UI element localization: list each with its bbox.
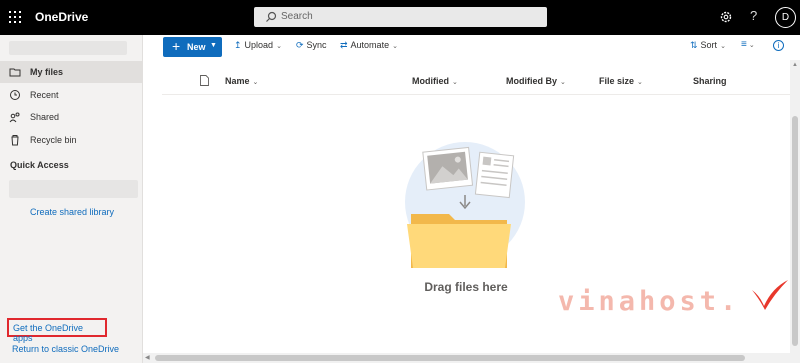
scroll-left-icon[interactable]: ◀ — [145, 354, 150, 361]
nav-item-recent[interactable]: Recent — [0, 84, 143, 106]
search-placeholder: Search — [281, 11, 313, 22]
search-icon — [266, 11, 277, 22]
scrollbar-thumb[interactable] — [155, 355, 745, 361]
column-header-label: Name — [225, 76, 250, 86]
sync-button[interactable]: ⟳ Sync — [296, 40, 327, 51]
chevron-down-icon: ⌄ — [637, 79, 643, 86]
automate-label: Automate — [350, 40, 390, 50]
automate-icon: ⇄ — [340, 40, 348, 50]
clock-icon — [10, 90, 20, 100]
chevron-down-icon: ⌄ — [748, 42, 755, 49]
scroll-up-icon[interactable]: ▲ — [792, 62, 798, 68]
empty-folder-illustration — [405, 142, 525, 268]
help-icon[interactable]: ? — [750, 8, 757, 23]
onedrive-window: OneDrive Search ? D My files Recent Shar… — [0, 0, 800, 363]
create-shared-library-link[interactable]: Create shared library — [30, 207, 114, 217]
nav-item-my-files[interactable]: My files — [0, 61, 143, 83]
chevron-down-icon: ⌄ — [276, 43, 282, 50]
account-name-placeholder — [9, 41, 127, 55]
column-header-modified[interactable]: Modified ⌄ — [412, 76, 458, 86]
info-icon[interactable]: i — [773, 40, 784, 51]
chevron-down-icon: ⌄ — [452, 79, 458, 86]
chevron-down-icon: ▼ — [210, 42, 217, 49]
command-bar: + New ▼ ↥ Upload ⌄ ⟳ Sync ⇄ Automate ⌄ ⇅ Sort ⌄… — [143, 35, 800, 60]
upload-icon: ↥ — [234, 40, 242, 50]
list-view-icon: ≡ — [741, 39, 747, 50]
search-box[interactable]: Search — [254, 7, 547, 27]
nav-item-label: Recycle bin — [30, 135, 77, 145]
nav-item-label: My files — [30, 67, 64, 77]
new-button[interactable]: + New ▼ — [163, 37, 222, 57]
column-header-file-size[interactable]: File size ⌄ — [599, 76, 643, 86]
chevron-down-icon: ⌄ — [560, 79, 566, 86]
upload-button[interactable]: ↥ Upload ⌄ — [234, 40, 282, 51]
sort-icon: ⇅ — [690, 40, 698, 50]
get-onedrive-apps-link[interactable]: Get the OneDrive apps — [7, 318, 107, 343]
checkmark-icon — [752, 280, 788, 310]
horizontal-scrollbar[interactable]: ◀ — [143, 353, 800, 363]
column-header-name[interactable]: Name ⌄ — [225, 76, 258, 86]
nav-item-shared[interactable]: Shared — [0, 106, 143, 128]
empty-state-message: Drag files here — [424, 280, 508, 294]
new-button-label: New — [187, 42, 206, 52]
gear-icon[interactable] — [718, 9, 734, 25]
watermark-logo: vinahost. — [558, 286, 741, 317]
file-type-icon[interactable] — [200, 75, 209, 86]
sync-icon: ⟳ — [296, 40, 304, 50]
column-header-modified-by[interactable]: Modified By ⌄ — [506, 76, 566, 86]
column-header-sharing[interactable]: Sharing — [693, 76, 727, 86]
return-to-classic-link[interactable]: Return to classic OneDrive — [12, 344, 119, 354]
column-header-label: File size — [599, 76, 635, 86]
left-nav: My files Recent Shared Recycle bin Quick… — [0, 35, 143, 363]
view-options-button[interactable]: ≡ ⌄ — [741, 39, 755, 50]
nav-item-recycle-bin[interactable]: Recycle bin — [0, 129, 143, 151]
app-launcher-icon[interactable] — [9, 11, 21, 23]
chevron-down-icon: ⌄ — [392, 43, 398, 50]
chevron-down-icon: ⌄ — [252, 79, 259, 86]
sync-label: Sync — [306, 40, 327, 50]
column-header-label: Modified By — [506, 76, 557, 86]
app-name[interactable]: OneDrive — [35, 10, 88, 24]
sort-label: Sort — [700, 40, 718, 50]
column-header-label: Modified — [412, 76, 449, 86]
avatar[interactable]: D — [775, 7, 796, 28]
nav-item-label: Recent — [30, 90, 59, 100]
plus-icon: + — [172, 38, 181, 54]
automate-button[interactable]: ⇄ Automate ⌄ — [340, 40, 398, 51]
chevron-down-icon: ⌄ — [720, 43, 726, 50]
nav-item-label: Shared — [30, 112, 60, 122]
quick-access-placeholder — [9, 180, 138, 198]
folder-icon — [9, 68, 21, 77]
column-header-label: Sharing — [693, 76, 727, 86]
upload-label: Upload — [244, 40, 274, 50]
trash-icon — [11, 135, 19, 146]
quick-access-heading: Quick Access — [10, 160, 69, 170]
sort-button[interactable]: ⇅ Sort ⌄ — [690, 40, 726, 51]
people-icon — [9, 112, 20, 123]
vertical-scrollbar[interactable]: ▲ — [790, 60, 800, 353]
top-bar: OneDrive Search ? D — [0, 0, 800, 35]
scrollbar-thumb[interactable] — [792, 116, 798, 346]
file-list-header: Name ⌄ Modified ⌄ Modified By ⌄ File size ⌄ … — [162, 67, 790, 95]
